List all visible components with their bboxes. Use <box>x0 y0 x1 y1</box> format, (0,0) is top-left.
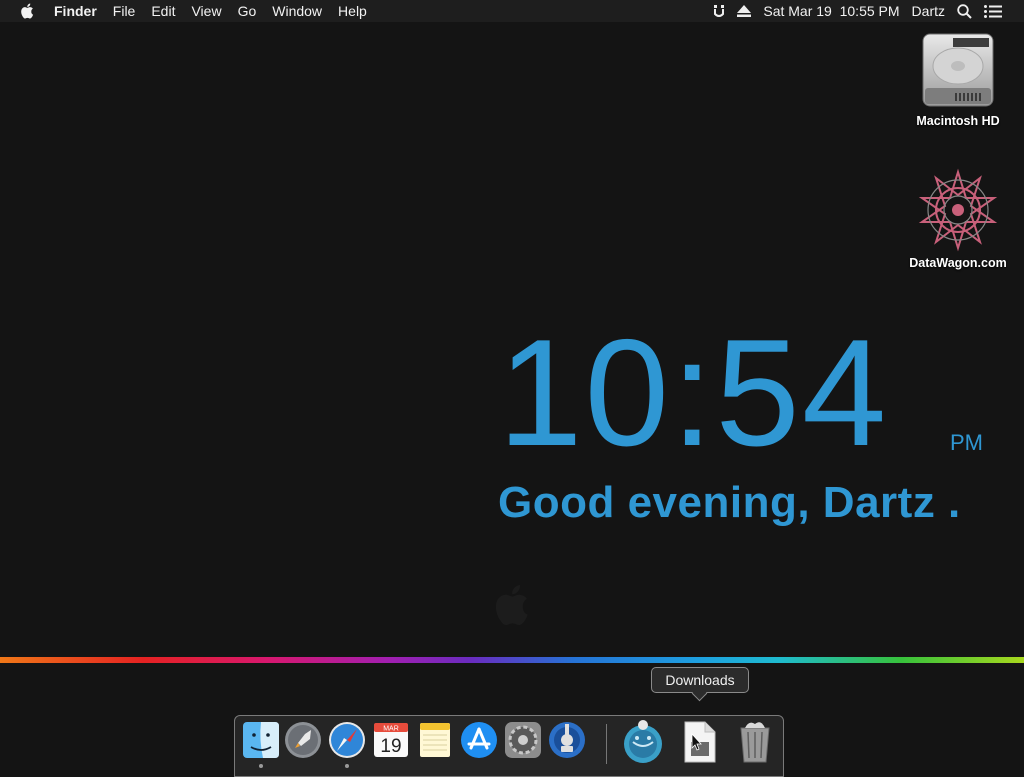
menu-go[interactable]: Go <box>230 0 265 22</box>
dock-item-finder[interactable] <box>241 720 281 760</box>
app-store-icon <box>461 722 497 758</box>
faint-apple-logo-icon <box>495 585 528 626</box>
menu-file[interactable]: File <box>105 0 144 22</box>
dock-separator <box>606 724 607 764</box>
spotlight-search-icon <box>957 3 972 19</box>
dock-item-app-store[interactable] <box>459 720 499 760</box>
network-utility-icon <box>549 722 585 758</box>
dock-item-notes[interactable] <box>415 720 455 760</box>
calendar-day: 19 <box>380 736 401 757</box>
notification-center-icon <box>984 4 1002 18</box>
menu-app-name[interactable]: Finder <box>46 0 105 22</box>
menu-user[interactable]: Dartz <box>906 0 951 22</box>
menu-extra-item[interactable] <box>707 4 731 18</box>
desktop-icon-label: DataWagon.com <box>909 256 1007 270</box>
globe-folder-icon <box>624 720 662 763</box>
calendar-icon: MAR 19 <box>374 723 408 757</box>
dock-item-safari[interactable] <box>327 720 367 760</box>
clock-time: 10:54 <box>498 308 889 478</box>
running-indicator <box>259 764 263 768</box>
launchpad-icon <box>285 722 321 758</box>
eject-icon <box>737 5 752 17</box>
desktop-icon-macintosh-hd[interactable]: Macintosh HD <box>903 32 1013 128</box>
dock-item-network-utility[interactable] <box>547 720 587 760</box>
rainbow-stripe <box>0 657 1024 663</box>
dock-tooltip: Downloads <box>651 667 749 702</box>
dock-item-downloads[interactable] <box>679 720 719 763</box>
greeting-text: Good evening, Dartz . <box>498 478 961 527</box>
menu-view[interactable]: View <box>183 0 229 22</box>
input-method-icon <box>714 5 725 17</box>
menu-extra-item[interactable] <box>978 4 1024 18</box>
desktop-icon-label: Macintosh HD <box>916 114 1000 128</box>
system-preferences-icon <box>505 722 541 758</box>
dock-item-globe-folder[interactable] <box>621 720 662 763</box>
menu-bar: Finder File Edit View Go Window Help Sat… <box>0 0 1024 22</box>
menu-window[interactable]: Window <box>264 0 330 22</box>
tooltip-arrow <box>691 685 708 702</box>
finder-icon <box>243 722 279 758</box>
menu-extra-item[interactable] <box>951 3 978 19</box>
hard-drive-icon <box>922 33 994 107</box>
menu-help[interactable]: Help <box>330 0 375 22</box>
calendar-month: MAR <box>383 726 399 733</box>
menu-edit[interactable]: Edit <box>143 0 183 22</box>
datawagon-star-icon <box>918 168 998 252</box>
menu-extra-item[interactable] <box>731 5 757 17</box>
safari-icon <box>329 722 365 758</box>
notes-icon <box>420 723 450 757</box>
running-indicator <box>345 764 349 768</box>
clock-ampm: PM <box>950 430 983 455</box>
menu-extras: Sat Mar 19 10:55 PM Dartz <box>707 0 1024 22</box>
dock-item-trash[interactable] <box>735 720 775 763</box>
downloads-stack-icon <box>684 721 716 763</box>
trash-icon <box>740 722 770 763</box>
desktop-icon-datawagon[interactable]: DataWagon.com <box>903 168 1013 270</box>
dock-item-system-preferences[interactable] <box>503 720 543 760</box>
dock-item-launchpad[interactable] <box>283 720 323 760</box>
menu-clock[interactable]: Sat Mar 19 10:55 PM <box>757 0 905 22</box>
apple-menu-icon[interactable] <box>19 2 37 20</box>
dock-item-calendar[interactable]: MAR 19 <box>371 720 411 760</box>
